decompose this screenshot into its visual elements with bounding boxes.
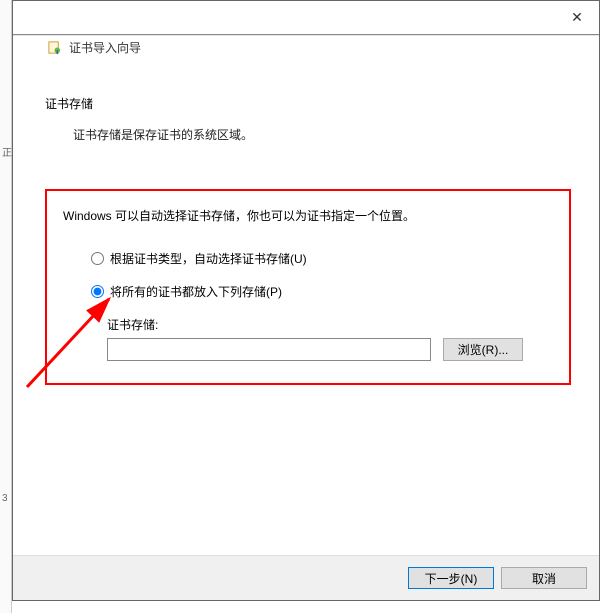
radio-place-label: 将所有的证书都放入下列存储(P) [110,283,282,300]
close-button[interactable]: ✕ [555,1,599,34]
radio-place-input[interactable] [91,285,104,298]
wizard-body: 证书存储 证书存储是保存证书的系统区域。 Windows 可以自动选择证书存储，… [13,59,599,555]
section-heading: 证书存储 [45,95,571,112]
radio-auto-label: 根据证书类型，自动选择证书存储(U) [110,250,307,267]
next-button[interactable]: 下一步(N) [408,567,494,589]
left-ruler-margin: 正 3 [0,0,12,613]
close-icon: ✕ [571,9,583,26]
wizard-header: 证书导入向导 [13,35,599,58]
store-input[interactable] [107,338,431,361]
highlight-annotation: Windows 可以自动选择证书存储，你也可以为证书指定一个位置。 根据证书类型… [45,189,571,385]
wizard-title: 证书导入向导 [69,39,141,56]
wizard-window: ✕ 证书导入向导 证书存储 证书存储是保存证书的系统区域。 Windows 可以… [12,0,600,601]
radio-auto-input[interactable] [91,252,104,265]
store-row: 浏览(R)... [107,338,553,361]
title-bar: ✕ [13,1,599,35]
instruction-text: Windows 可以自动选择证书存储，你也可以为证书指定一个位置。 [63,207,553,224]
certificate-icon [47,40,62,55]
browse-button[interactable]: 浏览(R)... [443,338,523,361]
radio-auto-select[interactable]: 根据证书类型，自动选择证书存储(U) [91,250,553,267]
section-desc: 证书存储是保存证书的系统区域。 [73,126,571,143]
radio-place-all[interactable]: 将所有的证书都放入下列存储(P) [91,283,553,300]
wizard-footer: 下一步(N) 取消 [13,555,599,600]
store-field-label: 证书存储: [107,316,553,333]
cancel-button[interactable]: 取消 [501,567,587,589]
